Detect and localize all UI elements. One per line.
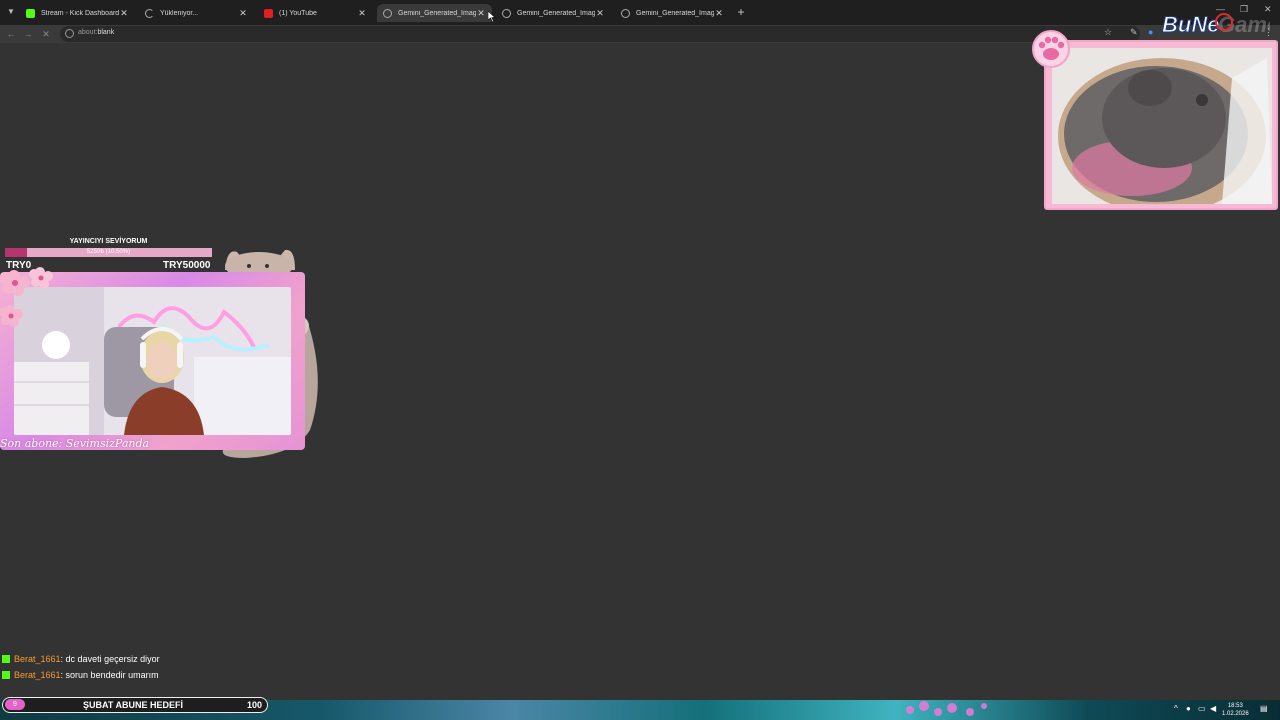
globe-icon: [383, 8, 392, 18]
chat-message: Berat_1661: sorun bendedir umarım: [2, 670, 159, 680]
chat-message: Berat_1661: dc daveti geçersiz diyor: [2, 654, 160, 664]
tab-strip: ▼ Stream - Kick Dashboard ✕ Yükleniyor..…: [0, 0, 1280, 25]
tab-gemini-1[interactable]: Gemini_Generated_Image_tafy ✕: [377, 4, 492, 22]
subscriber-goal-bar: 9 ŞUBAT ABUNE HEDEFİ 100: [2, 697, 268, 713]
wallpaper-flowers: [906, 701, 987, 716]
subscriber-goal-target: 100: [246, 700, 262, 710]
pet-camera-feed: [1052, 48, 1272, 204]
volume-icon[interactable]: ◀: [1210, 704, 1216, 713]
subscriber-goal-label: ŞUBAT ABUNE HEDEFİ: [83, 700, 184, 710]
stop-loading-icon[interactable]: ✕: [40, 27, 52, 41]
youtube-icon: [264, 8, 273, 18]
mouse-cursor-icon: [488, 11, 496, 22]
globe-icon: [502, 8, 511, 18]
kick-badge-icon: [2, 671, 10, 679]
tab-kick-dashboard[interactable]: Stream - Kick Dashboard ✕: [20, 4, 135, 22]
microphone-icon[interactable]: ●: [1186, 704, 1191, 713]
kick-icon: [26, 8, 35, 18]
sleeping-cat-image: [1052, 48, 1272, 204]
tray-chevron-icon[interactable]: ^: [1174, 704, 1178, 713]
close-icon[interactable]: ✕: [357, 8, 367, 19]
close-icon[interactable]: ✕: [714, 8, 724, 19]
chat-text: : sorun bendedir umarım: [60, 670, 159, 680]
loading-icon: [145, 8, 154, 18]
new-tab-plus-icon[interactable]: +: [734, 5, 748, 19]
close-icon[interactable]: ✕: [595, 8, 605, 19]
subscriber-goal-count: 9: [5, 699, 25, 710]
paw-badge-icon: [1032, 30, 1070, 68]
url-scheme: about:: [78, 29, 98, 36]
chat-text: : dc daveti geçersiz diyor: [60, 654, 160, 664]
svg-text:BuNe: BuNe: [1162, 12, 1219, 37]
taskbar-clock[interactable]: 18:53 1.02.2026: [1222, 702, 1249, 718]
close-icon[interactable]: ✕: [476, 8, 486, 19]
close-icon[interactable]: ✕: [238, 8, 248, 19]
extension-icon[interactable]: ✎: [1130, 27, 1138, 38]
site-info-icon[interactable]: [65, 29, 74, 38]
chat-username: Berat_1661: [14, 654, 61, 664]
chat-username: Berat_1661: [14, 670, 61, 680]
tab-search-chevron-icon[interactable]: ▼: [4, 5, 18, 19]
url-text: blank: [97, 29, 115, 36]
bookmark-star-icon[interactable]: ☆: [1104, 27, 1112, 38]
tab-gemini-3[interactable]: Gemini_Generated_Image_i8cll ✕: [615, 4, 730, 22]
clock-time: 18:53: [1227, 703, 1243, 709]
svg-text:Game: Game: [1218, 12, 1270, 37]
network-icon[interactable]: ▭: [1198, 704, 1206, 713]
last-subscriber-text: Son abone: SevimsizPanda: [0, 437, 150, 450]
close-icon[interactable]: ✕: [119, 8, 129, 19]
globe-icon: [621, 8, 630, 18]
tab-youtube[interactable]: (1) YouTube ✕: [258, 4, 373, 22]
notification-icon[interactable]: ▤: [1260, 704, 1268, 713]
extension-blue-icon[interactable]: ●: [1148, 27, 1153, 37]
back-arrow-icon[interactable]: ←: [5, 27, 17, 41]
forward-arrow-icon[interactable]: →: [22, 27, 34, 41]
flower-decoration: [0, 267, 53, 327]
address-bar[interactable]: about:blank: [60, 26, 1140, 42]
screen: ▼ Stream - Kick Dashboard ✕ Yükleniyor..…: [0, 0, 1280, 720]
brand-watermark-logo: BuNe Game: [1162, 12, 1271, 38]
webcam-overlay: Son abone: SevimsizPanda: [0, 240, 330, 465]
kick-badge-icon: [2, 655, 10, 663]
clock-date: 1.02.2026: [1222, 711, 1249, 717]
tab-loading[interactable]: Yükleniyor... ✕: [139, 4, 254, 22]
tab-gemini-2[interactable]: Gemini_Generated_Image_63l0 ✕: [496, 4, 611, 22]
pet-camera-overlay: [1044, 40, 1278, 210]
